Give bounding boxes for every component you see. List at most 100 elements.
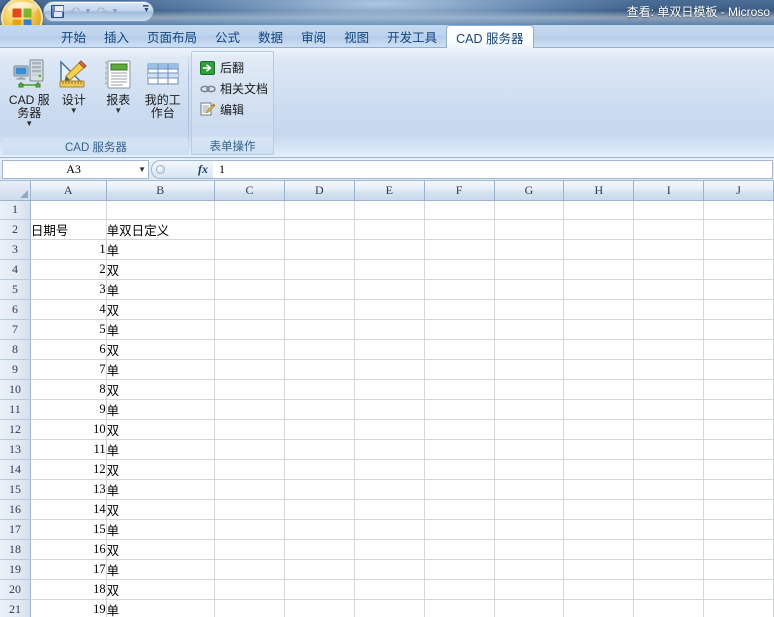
row-header-18[interactable]: 18 [0, 539, 30, 559]
report-button[interactable]: 报表 ▼ [96, 54, 141, 114]
cell-A18[interactable]: 16 [30, 539, 106, 559]
cell-B1[interactable] [106, 200, 214, 219]
tab-home[interactable]: 开始 [52, 25, 95, 47]
cell-H9[interactable] [564, 359, 634, 379]
save-button[interactable] [48, 3, 66, 20]
cell-I15[interactable] [634, 479, 704, 499]
cell-E3[interactable] [354, 239, 424, 259]
row-header-15[interactable]: 15 [0, 479, 30, 499]
cell-D17[interactable] [284, 519, 354, 539]
cell-I10[interactable] [634, 379, 704, 399]
cell-J2[interactable] [704, 219, 774, 239]
cell-G16[interactable] [494, 499, 564, 519]
cell-I19[interactable] [634, 559, 704, 579]
table-row[interactable]: 75单 [0, 319, 774, 339]
tab-formulas[interactable]: 公式 [206, 25, 249, 47]
cell-H18[interactable] [564, 539, 634, 559]
cell-A17[interactable]: 15 [30, 519, 106, 539]
cell-I20[interactable] [634, 579, 704, 599]
column-header-E[interactable]: E [354, 181, 424, 200]
cell-I8[interactable] [634, 339, 704, 359]
cell-F2[interactable] [424, 219, 494, 239]
row-header-13[interactable]: 13 [0, 439, 30, 459]
cell-J1[interactable] [704, 200, 774, 219]
row-header-19[interactable]: 19 [0, 559, 30, 579]
cell-B20[interactable]: 双 [106, 579, 214, 599]
cell-I1[interactable] [634, 200, 704, 219]
column-header-A[interactable]: A [30, 181, 106, 200]
cell-F14[interactable] [424, 459, 494, 479]
cell-A9[interactable]: 7 [30, 359, 106, 379]
cell-F11[interactable] [424, 399, 494, 419]
cell-D10[interactable] [284, 379, 354, 399]
cell-I14[interactable] [634, 459, 704, 479]
cell-H10[interactable] [564, 379, 634, 399]
cad-server-button[interactable]: CAD 服务器 ▼ [7, 54, 52, 127]
cell-G14[interactable] [494, 459, 564, 479]
cell-J18[interactable] [704, 539, 774, 559]
cell-F12[interactable] [424, 419, 494, 439]
row-header-14[interactable]: 14 [0, 459, 30, 479]
cell-C15[interactable] [215, 479, 285, 499]
cell-F9[interactable] [424, 359, 494, 379]
cell-C18[interactable] [215, 539, 285, 559]
cell-J7[interactable] [704, 319, 774, 339]
cell-G19[interactable] [494, 559, 564, 579]
cell-A10[interactable]: 8 [30, 379, 106, 399]
cell-D20[interactable] [284, 579, 354, 599]
cell-H5[interactable] [564, 279, 634, 299]
cell-B5[interactable]: 单 [106, 279, 214, 299]
tab-insert[interactable]: 插入 [95, 25, 138, 47]
column-header-D[interactable]: D [284, 181, 354, 200]
cell-F21[interactable] [424, 599, 494, 617]
tab-data[interactable]: 数据 [249, 25, 292, 47]
row-header-17[interactable]: 17 [0, 519, 30, 539]
row-header-2[interactable]: 2 [0, 219, 30, 239]
cell-I18[interactable] [634, 539, 704, 559]
table-row[interactable]: 2日期号单双日定义 [0, 219, 774, 239]
table-row[interactable]: 1412双 [0, 459, 774, 479]
cell-F5[interactable] [424, 279, 494, 299]
column-header-B[interactable]: B [106, 181, 214, 200]
cell-G17[interactable] [494, 519, 564, 539]
cell-G1[interactable] [494, 200, 564, 219]
cell-E20[interactable] [354, 579, 424, 599]
cell-G6[interactable] [494, 299, 564, 319]
table-row[interactable]: 1917单 [0, 559, 774, 579]
name-box[interactable]: A3 ▼ [2, 160, 149, 179]
cell-C13[interactable] [215, 439, 285, 459]
cell-B13[interactable]: 单 [106, 439, 214, 459]
cell-D12[interactable] [284, 419, 354, 439]
cell-C9[interactable] [215, 359, 285, 379]
related-docs-button[interactable]: 相关文档 [196, 78, 271, 99]
formula-input[interactable]: 1 [213, 160, 773, 179]
cell-F7[interactable] [424, 319, 494, 339]
cell-G13[interactable] [494, 439, 564, 459]
column-header-I[interactable]: I [634, 181, 704, 200]
cell-E15[interactable] [354, 479, 424, 499]
cell-F17[interactable] [424, 519, 494, 539]
cell-B21[interactable]: 单 [106, 599, 214, 617]
table-row[interactable]: 1614双 [0, 499, 774, 519]
row-header-4[interactable]: 4 [0, 259, 30, 279]
cell-I9[interactable] [634, 359, 704, 379]
cell-D19[interactable] [284, 559, 354, 579]
cell-H3[interactable] [564, 239, 634, 259]
page-back-button[interactable]: 后翻 [196, 57, 247, 78]
cell-F6[interactable] [424, 299, 494, 319]
cell-E7[interactable] [354, 319, 424, 339]
row-header-16[interactable]: 16 [0, 499, 30, 519]
office-button[interactable] [1, 0, 43, 25]
cell-H4[interactable] [564, 259, 634, 279]
cell-I2[interactable] [634, 219, 704, 239]
row-header-6[interactable]: 6 [0, 299, 30, 319]
cell-H12[interactable] [564, 419, 634, 439]
cell-I5[interactable] [634, 279, 704, 299]
cell-C1[interactable] [215, 200, 285, 219]
cell-J6[interactable] [704, 299, 774, 319]
row-header-3[interactable]: 3 [0, 239, 30, 259]
cell-D5[interactable] [284, 279, 354, 299]
cell-F3[interactable] [424, 239, 494, 259]
column-header-C[interactable]: C [215, 181, 285, 200]
cell-I3[interactable] [634, 239, 704, 259]
